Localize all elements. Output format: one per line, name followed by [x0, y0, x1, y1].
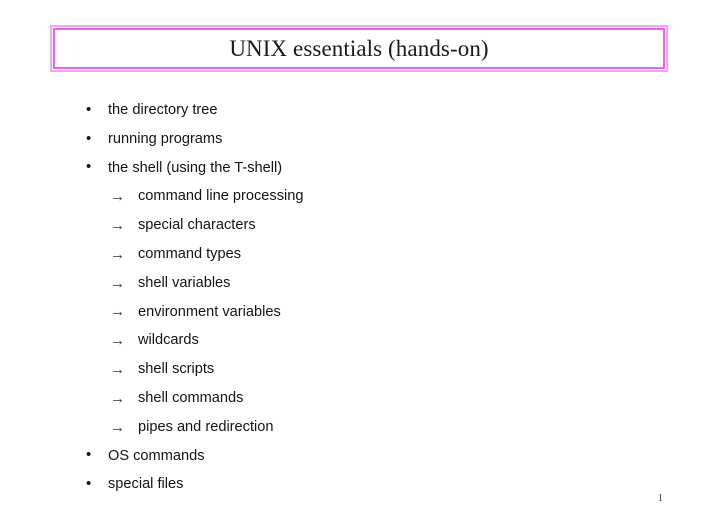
slide-body-list: • the directory tree • running programs • the… — [0, 96, 720, 499]
list-item: → shell scripts — [0, 355, 720, 384]
slide-title-box-inner-border: UNIX essentials (hands-on) — [53, 28, 665, 69]
arrow-right-icon: → — [110, 389, 125, 407]
page-number: 1 — [658, 493, 663, 504]
list-item: → environment variables — [0, 298, 720, 327]
list-item-label: special characters — [138, 217, 256, 234]
list-item-label: environment variables — [138, 303, 281, 320]
arrow-right-icon: → — [110, 303, 125, 321]
list-item: → shell commands — [0, 384, 720, 413]
list-item: • running programs — [0, 125, 720, 154]
slide-canvas: UNIX essentials (hands-on) • the director… — [0, 0, 720, 528]
arrow-right-icon: → — [110, 361, 125, 379]
list-item-label: the directory tree — [108, 102, 218, 119]
list-item: → special characters — [0, 211, 720, 240]
arrow-right-icon: → — [110, 245, 125, 263]
list-item: → command line processing — [0, 182, 720, 211]
page-title: UNIX essentials (hands-on) — [229, 36, 489, 61]
slide-title-box: UNIX essentials (hands-on) — [50, 25, 668, 72]
list-item-label: command types — [138, 246, 242, 263]
arrow-right-icon: → — [110, 332, 125, 350]
list-item: • the directory tree — [0, 96, 720, 125]
list-item-label: shell commands — [138, 390, 244, 407]
list-item-label: shell variables — [138, 274, 231, 291]
list-item-label: OS commands — [108, 447, 205, 464]
arrow-right-icon: → — [110, 217, 125, 235]
bullet-dot-icon: • — [86, 100, 92, 118]
list-item: • special files — [0, 470, 720, 499]
list-item: • OS commands — [0, 442, 720, 471]
list-item-label: wildcards — [138, 332, 199, 349]
bullet-dot-icon: • — [86, 158, 92, 176]
list-item-label: pipes and redirection — [138, 418, 274, 435]
list-item-label: special files — [108, 476, 184, 493]
arrow-right-icon: → — [110, 418, 125, 436]
list-item: • the shell (using the T-shell) — [0, 154, 720, 183]
list-item-label: shell scripts — [138, 361, 215, 378]
list-item: → wildcards — [0, 326, 720, 355]
list-item-label: command line processing — [138, 188, 304, 205]
list-item: → pipes and redirection — [0, 413, 720, 442]
list-item: → shell variables — [0, 269, 720, 298]
bullet-dot-icon: • — [86, 475, 92, 493]
arrow-right-icon: → — [110, 188, 125, 206]
list-item-label: running programs — [108, 130, 223, 147]
bullet-dot-icon: • — [86, 129, 92, 147]
list-item: → command types — [0, 240, 720, 269]
arrow-right-icon: → — [110, 274, 125, 292]
bullet-dot-icon: • — [86, 446, 92, 464]
list-item-label: the shell (using the T-shell) — [108, 159, 283, 176]
